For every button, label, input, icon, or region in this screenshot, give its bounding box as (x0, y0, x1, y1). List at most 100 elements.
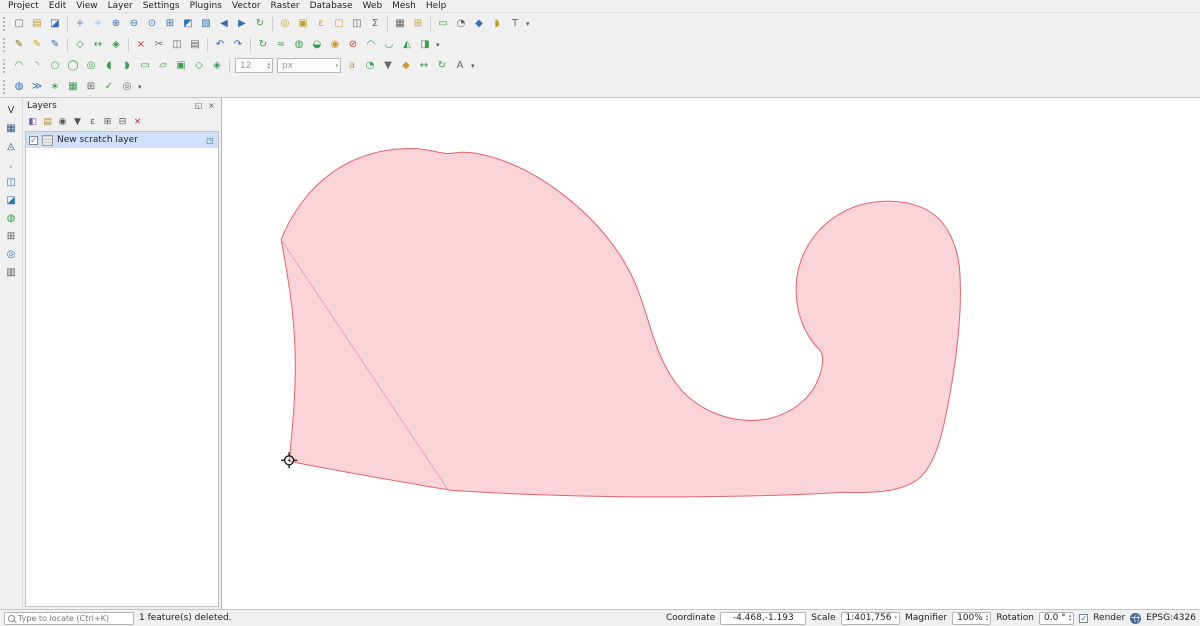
layer-diagram-icon[interactable]: ◔ (362, 58, 378, 74)
coordinate-value-box[interactable]: -4.468,-1.193 (720, 612, 806, 625)
rectangle-center-icon[interactable]: ▣ (173, 58, 189, 74)
open-layer-styling-icon[interactable]: ◧ (26, 115, 39, 128)
float-panel-icon[interactable]: ◱ (193, 100, 204, 111)
zoom-native-icon[interactable]: ⊙ (144, 16, 160, 32)
menu-project[interactable]: Project (3, 0, 44, 13)
locate-input[interactable] (18, 614, 130, 623)
zoom-next-icon[interactable]: ▶ (234, 16, 250, 32)
toolbar-drag-handle[interactable] (3, 17, 7, 31)
zoom-to-selection-icon[interactable]: ◩ (180, 16, 196, 32)
menu-raster[interactable]: Raster (266, 0, 305, 13)
add-postgis-layers-icon[interactable]: ◫ (3, 175, 19, 191)
pin-labels-icon[interactable]: ▼ (380, 58, 396, 74)
regular-polygon-center-icon[interactable]: ◈ (209, 58, 225, 74)
add-group-icon[interactable]: ▤ (41, 115, 54, 128)
menu-database[interactable]: Database (305, 0, 358, 13)
change-label-icon[interactable]: A (452, 58, 468, 74)
annotation-icon[interactable]: ◗ (489, 16, 505, 32)
add-vector-layer-icon[interactable]: V (3, 103, 19, 119)
new-map-view-icon[interactable]: ▭ (435, 16, 451, 32)
magnifier-spin-icons[interactable]: ▴▾ (986, 614, 989, 622)
move-label-icon[interactable]: ↔ (416, 58, 432, 74)
toolbar-overflow-icon[interactable]: ▾ (526, 20, 530, 28)
pan-to-selection-icon[interactable]: + (90, 16, 106, 32)
add-wfs-layer-icon[interactable]: ◎ (3, 247, 19, 263)
scale-combo[interactable]: 1:401,756 ▾ (841, 612, 901, 625)
ellipse-extent-icon[interactable]: ◗ (119, 58, 135, 74)
scratch-polygon-feature[interactable] (281, 148, 960, 496)
georeferencer-icon[interactable]: ⊞ (83, 79, 99, 95)
toolbar-drag-handle[interactable] (3, 59, 7, 73)
undo-icon[interactable]: ↶ (212, 37, 228, 53)
add-polygon-feature-icon[interactable]: ◇ (72, 37, 88, 53)
circular-string-icon[interactable]: ◠ (11, 58, 27, 74)
processing-toolbox-icon[interactable]: ∗ (47, 79, 63, 95)
map-svg[interactable] (222, 98, 1200, 609)
identify-features-icon[interactable]: ◎ (277, 16, 293, 32)
zoom-last-icon[interactable]: ◀ (216, 16, 232, 32)
menu-help[interactable]: Help (421, 0, 452, 13)
zoom-full-icon[interactable]: ⊞ (162, 16, 178, 32)
toolbar-overflow-icon[interactable]: ▾ (436, 41, 440, 49)
open-project-icon[interactable]: ▤ (29, 16, 45, 32)
toolbar-overflow-icon[interactable]: ▾ (471, 62, 475, 70)
close-panel-icon[interactable]: × (206, 100, 217, 111)
split-features-icon[interactable]: ◭ (399, 37, 415, 53)
merge-features-icon[interactable]: ◨ (417, 37, 433, 53)
menu-view[interactable]: View (71, 0, 102, 13)
rotate-label-icon[interactable]: ↻ (434, 58, 450, 74)
copy-features-icon[interactable]: ◫ (169, 37, 185, 53)
new-virtual-layer-icon[interactable]: ▥ (3, 265, 19, 281)
menu-layer[interactable]: Layer (103, 0, 138, 13)
add-part-icon[interactable]: ◒ (309, 37, 325, 53)
field-calculator-icon[interactable]: ⊞ (410, 16, 426, 32)
font-unit-combo[interactable]: px ▾ (277, 58, 341, 73)
move-feature-icon[interactable]: ↔ (90, 37, 106, 53)
filter-legend-icon[interactable]: ▼ (71, 115, 84, 128)
current-edits-icon[interactable]: ✎ (11, 37, 27, 53)
menu-web[interactable]: Web (358, 0, 388, 13)
vertex-tool-icon[interactable]: ◈ (108, 37, 124, 53)
layer-item-new-scratch-layer[interactable]: ✓ New scratch layer ◳ (26, 132, 218, 148)
rectangle-3points-icon[interactable]: ▱ (155, 58, 171, 74)
crs-indicator[interactable]: EPSG:4326 (1146, 613, 1196, 623)
delete-ring-icon[interactable]: ⊘ (345, 37, 361, 53)
menu-mesh[interactable]: Mesh (387, 0, 421, 13)
menu-vector[interactable]: Vector (227, 0, 266, 13)
new-bookmark-icon[interactable]: ◆ (471, 16, 487, 32)
add-raster-layer-icon[interactable]: ▦ (3, 121, 19, 137)
open-attribute-table-icon[interactable]: ▦ (392, 16, 408, 32)
reshape-features-icon[interactable]: ◡ (381, 37, 397, 53)
add-ring-icon[interactable]: ◍ (291, 37, 307, 53)
scale-caret-icon[interactable]: ▾ (894, 616, 897, 620)
render-checkbox[interactable]: ✓ (1079, 614, 1088, 623)
add-mesh-layer-icon[interactable]: ◬ (3, 139, 19, 155)
zoom-out-icon[interactable]: ⊖ (126, 16, 142, 32)
zoom-in-icon[interactable]: ⊕ (108, 16, 124, 32)
offset-curve-icon[interactable]: ◠ (363, 37, 379, 53)
locate-box[interactable] (4, 612, 134, 625)
circle-center-point-icon[interactable]: ◎ (83, 58, 99, 74)
magnifier-spinbox[interactable]: 100% ▴▾ (952, 612, 991, 625)
menu-plugins[interactable]: Plugins (185, 0, 227, 13)
save-layer-edits-icon[interactable]: ✎ (47, 37, 63, 53)
manage-map-themes-icon[interactable]: ◉ (56, 115, 69, 128)
remove-layer-icon[interactable]: × (131, 115, 144, 128)
add-spatialite-layer-icon[interactable]: ◪ (3, 193, 19, 209)
select-by-expression-icon[interactable]: ε (313, 16, 329, 32)
statistical-summary-icon[interactable]: Σ (367, 16, 383, 32)
save-project-icon[interactable]: ◪ (47, 16, 63, 32)
measure-line-icon[interactable]: ◫ (349, 16, 365, 32)
filter-by-expression-icon[interactable]: ε (86, 115, 99, 128)
add-xyz-layer-icon[interactable]: ⊞ (3, 229, 19, 245)
grass-tools-icon[interactable]: ▦ (65, 79, 81, 95)
combo-caret-icon[interactable]: ▾ (335, 64, 338, 68)
rectangle-extent-icon[interactable]: ▭ (137, 58, 153, 74)
osm-place-search-icon[interactable]: ◎ (119, 79, 135, 95)
metasearch-icon[interactable]: ◍ (11, 79, 27, 95)
temporal-controller-icon[interactable]: ◔ (453, 16, 469, 32)
text-annotation-icon[interactable]: T (507, 16, 523, 32)
regular-polygon-2points-icon[interactable]: ◇ (191, 58, 207, 74)
menu-edit[interactable]: Edit (44, 0, 71, 13)
circular-string-radius-icon[interactable]: ◝ (29, 58, 45, 74)
